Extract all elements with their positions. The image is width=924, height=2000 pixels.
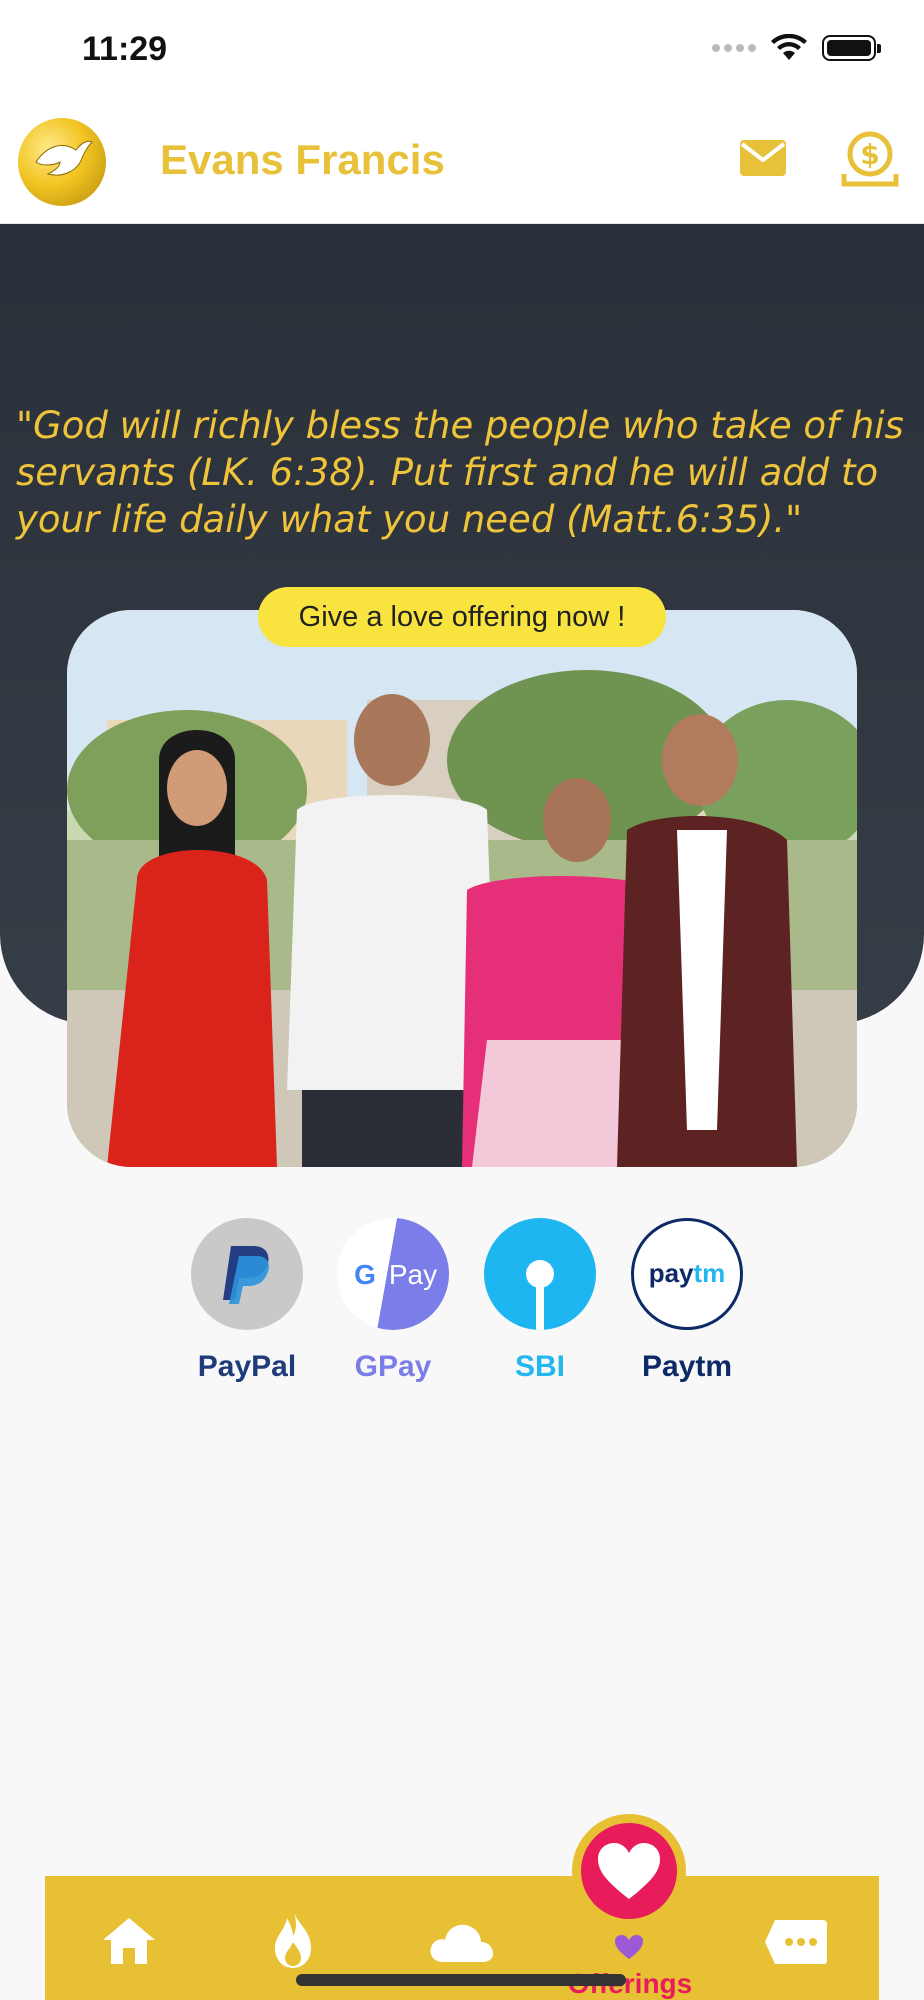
svg-text:Pay: Pay bbox=[389, 1259, 437, 1290]
sbi-label: SBI bbox=[514, 1350, 565, 1383]
svg-text:$: $ bbox=[860, 138, 879, 171]
donate-dollar-icon[interactable]: $ bbox=[840, 130, 900, 188]
status-time: 11:29 bbox=[82, 30, 168, 68]
paytm-icon: paytm bbox=[631, 1218, 743, 1330]
gpay-icon: G Pay bbox=[337, 1218, 449, 1330]
gpay-label: GPay bbox=[354, 1350, 432, 1383]
give-offering-button[interactable]: Give a love offering now ! bbox=[258, 587, 666, 647]
paytm-option[interactable]: paytm Paytm bbox=[622, 1218, 752, 1384]
app-title: Evans Francis bbox=[160, 136, 445, 183]
payment-methods: PayPal G Pay GPay SBI paytm Paytm bbox=[182, 1218, 743, 1388]
sbi-option[interactable]: SBI bbox=[475, 1218, 605, 1384]
gpay-option[interactable]: G Pay GPay bbox=[328, 1218, 458, 1384]
svg-text:paytm: paytm bbox=[649, 1258, 726, 1288]
svg-text:G: G bbox=[354, 1259, 376, 1290]
battery-icon bbox=[822, 35, 881, 61]
mail-icon[interactable] bbox=[738, 138, 788, 178]
status-indicators bbox=[712, 34, 881, 62]
home-indicator bbox=[296, 1974, 626, 1986]
dove-logo-icon[interactable] bbox=[18, 118, 106, 206]
paypal-icon bbox=[191, 1218, 303, 1330]
status-bar: 11:29 bbox=[0, 0, 924, 100]
sbi-icon bbox=[484, 1218, 596, 1330]
wifi-icon bbox=[771, 34, 807, 60]
paypal-label: PayPal bbox=[197, 1350, 297, 1383]
app-header: Evans Francis $ bbox=[0, 100, 924, 224]
family-photo bbox=[67, 610, 857, 1167]
paypal-option[interactable]: PayPal bbox=[182, 1218, 312, 1384]
message-icon[interactable] bbox=[763, 1918, 829, 1966]
paytm-label: Paytm bbox=[641, 1350, 733, 1383]
offerings-tab-button[interactable] bbox=[572, 1814, 686, 1928]
scripture-quote: "God will richly bless the people who ta… bbox=[16, 404, 904, 541]
signal-icon bbox=[712, 44, 756, 52]
home-icon[interactable] bbox=[101, 1916, 157, 1966]
purple-heart-icon bbox=[615, 1935, 643, 1959]
cloud-icon[interactable] bbox=[427, 1920, 495, 1964]
flame-icon[interactable] bbox=[271, 1908, 315, 1970]
heart-icon bbox=[581, 1823, 677, 1919]
